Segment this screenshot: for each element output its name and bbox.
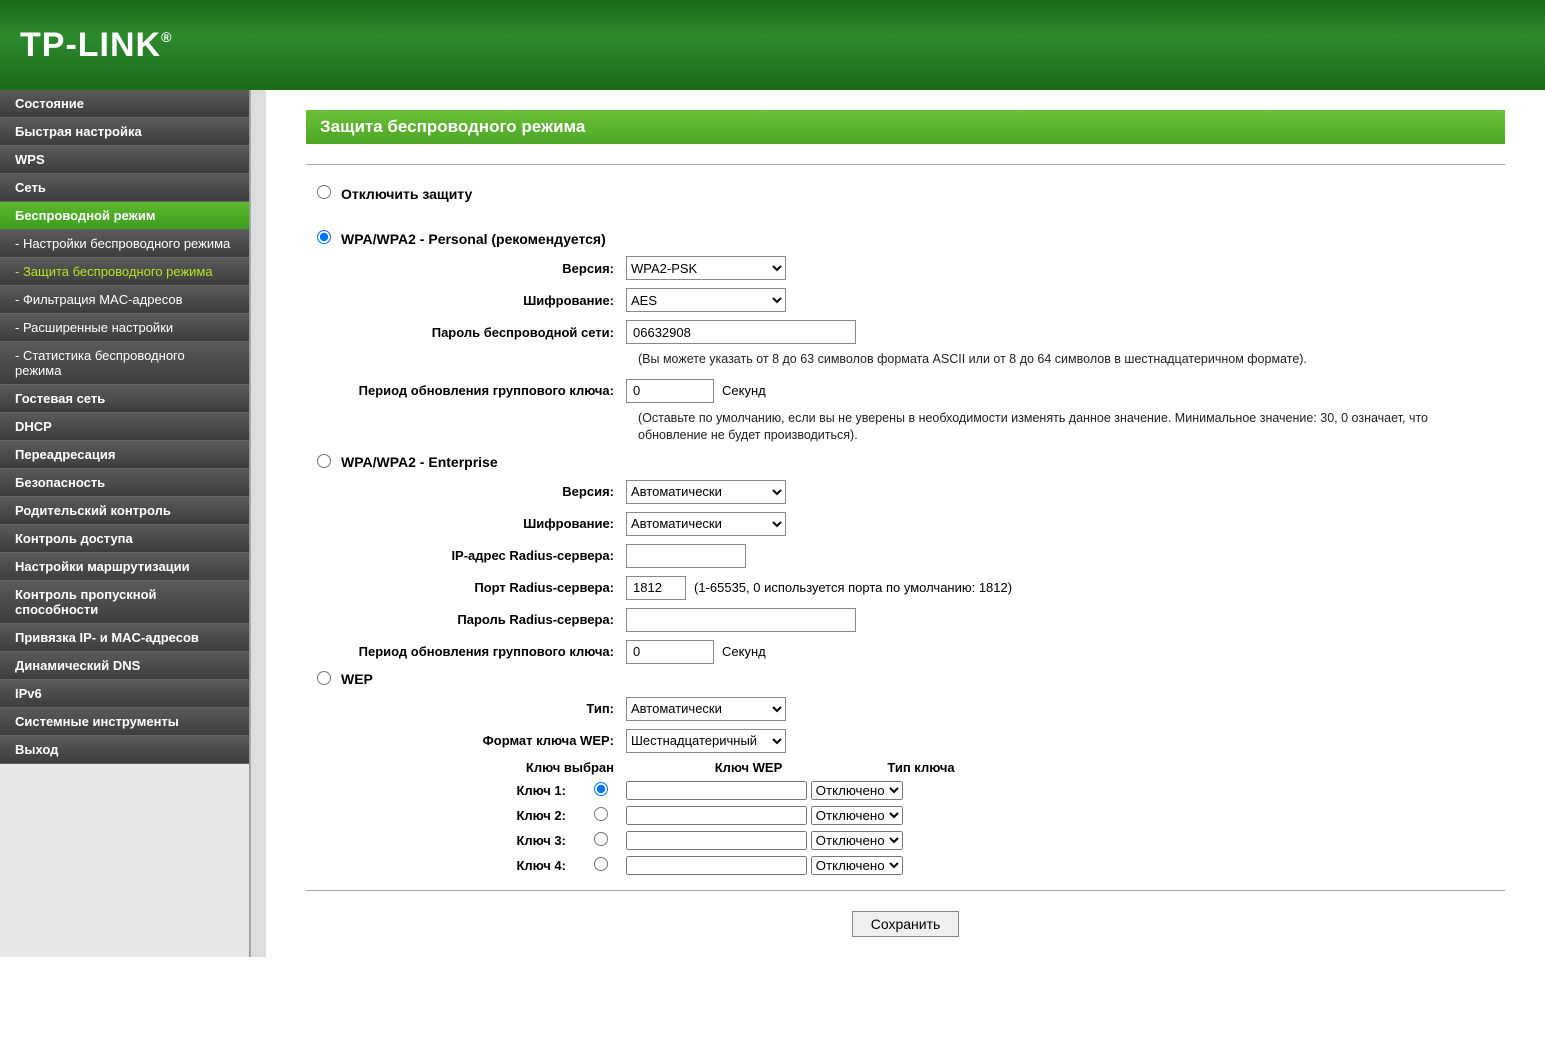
sidebar-item-status[interactable]: Состояние: [0, 90, 249, 118]
select-encryption-personal[interactable]: AES: [626, 288, 786, 312]
input-wep-key1[interactable]: [626, 781, 807, 800]
sidebar-item-wl-mac[interactable]: - Фильтрация MAC-адресов: [0, 286, 249, 314]
label-version-ent: Версия:: [306, 484, 626, 499]
select-encryption-enterprise[interactable]: Автоматически: [626, 512, 786, 536]
sidebar-item-bw[interactable]: Контроль пропускной способности: [0, 581, 249, 624]
sidebar-item-quick[interactable]: Быстрая настройка: [0, 118, 249, 146]
select-wep-type4[interactable]: Отключено: [811, 856, 903, 875]
content: Защита беспроводного режима Отключить за…: [266, 90, 1545, 957]
radio-wpa-personal[interactable]: [317, 230, 331, 244]
label-wpa-personal: WPA/WPA2 - Personal (рекомендуется): [341, 231, 606, 247]
logo: TP-LINK®: [20, 26, 172, 65]
sidebar-item-fwd[interactable]: Переадресация: [0, 441, 249, 469]
input-radius-ip[interactable]: [626, 544, 746, 568]
input-wep-key3[interactable]: [626, 831, 807, 850]
input-wep-key4[interactable]: [626, 856, 807, 875]
input-psk[interactable]: [626, 320, 856, 344]
label-psk: Пароль беспроводной сети:: [306, 325, 626, 340]
sidebar-scrollbar[interactable]: [250, 90, 266, 957]
input-groupkey-personal[interactable]: [626, 379, 714, 403]
sidebar-item-guest[interactable]: Гостевая сеть: [0, 385, 249, 413]
label-key2: Ключ 2:: [306, 808, 576, 823]
sidebar-item-dhcp[interactable]: DHCP: [0, 413, 249, 441]
label-wep-format: Формат ключа WEP:: [306, 733, 626, 748]
sidebar-item-bind[interactable]: Привязка IP- и MAC-адресов: [0, 624, 249, 652]
divider-bottom: [306, 890, 1505, 891]
sidebar-item-wps[interactable]: WPS: [0, 146, 249, 174]
label-key4: Ключ 4:: [306, 858, 576, 873]
input-wep-key2[interactable]: [626, 806, 807, 825]
label-disable: Отключить защиту: [341, 186, 472, 202]
sidebar-item-logout[interactable]: Выход: [0, 736, 249, 764]
sidebar-item-ipv6[interactable]: IPv6: [0, 680, 249, 708]
label-wep-type: Тип:: [306, 701, 626, 716]
label-groupkey-ent: Период обновления группового ключа:: [306, 644, 626, 659]
label-wep-key-header: Ключ WEP: [626, 760, 871, 775]
suffix-seconds-2: Секунд: [722, 644, 766, 659]
radio-disable[interactable]: [317, 185, 331, 199]
sidebar-item-access[interactable]: Контроль доступа: [0, 525, 249, 553]
label-encryption-ent: Шифрование:: [306, 516, 626, 531]
suffix-seconds-1: Секунд: [722, 383, 766, 398]
label-key1: Ключ 1:: [306, 783, 576, 798]
sidebar-item-wl-adv[interactable]: - Расширенные настройки: [0, 314, 249, 342]
label-radius-ip: IP-адрес Radius-сервера:: [306, 548, 626, 563]
divider: [306, 164, 1505, 165]
radio-wpa-enterprise[interactable]: [317, 454, 331, 468]
select-wep-type3[interactable]: Отключено: [811, 831, 903, 850]
label-version-personal: Версия:: [306, 261, 626, 276]
sidebar-item-parent[interactable]: Родительский контроль: [0, 497, 249, 525]
radio-key3[interactable]: [594, 832, 608, 846]
radio-key1[interactable]: [594, 782, 608, 796]
label-groupkey-personal: Период обновления группового ключа:: [306, 383, 626, 398]
save-button[interactable]: Сохранить: [852, 911, 960, 937]
input-radius-port[interactable]: [626, 576, 686, 600]
select-version-personal[interactable]: WPA2-PSK: [626, 256, 786, 280]
header: TP-LINK®: [0, 0, 1545, 90]
sidebar-item-tools[interactable]: Системные инструменты: [0, 708, 249, 736]
sidebar-item-wl-security[interactable]: - Защита беспроводного режима: [0, 258, 249, 286]
input-groupkey-enterprise[interactable]: [626, 640, 714, 664]
sidebar-item-wl-stats[interactable]: - Статистика беспроводного режима: [0, 342, 249, 385]
label-radius-pw: Пароль Radius-сервера:: [306, 612, 626, 627]
label-encryption-personal: Шифрование:: [306, 293, 626, 308]
radio-key4[interactable]: [594, 857, 608, 871]
label-wpa-enterprise: WPA/WPA2 - Enterprise: [341, 454, 498, 470]
select-version-enterprise[interactable]: Автоматически: [626, 480, 786, 504]
label-key-selected: Ключ выбран: [306, 760, 626, 775]
radio-wep[interactable]: [317, 671, 331, 685]
sidebar-item-route[interactable]: Настройки маршрутизации: [0, 553, 249, 581]
sidebar: Состояние Быстрая настройка WPS Сеть Бес…: [0, 90, 250, 957]
select-wep-type2[interactable]: Отключено: [811, 806, 903, 825]
sidebar-item-ddns[interactable]: Динамический DNS: [0, 652, 249, 680]
radio-key2[interactable]: [594, 807, 608, 821]
hint-radius-port: (1-65535, 0 используется порта по умолча…: [694, 580, 1012, 595]
label-key-type-header: Тип ключа: [871, 760, 971, 775]
label-radius-port: Порт Radius-сервера:: [306, 580, 626, 595]
sidebar-item-wl-settings[interactable]: - Настройки беспроводного режима: [0, 230, 249, 258]
hint-groupkey: (Оставьте по умолчанию, если вы не увере…: [638, 410, 1505, 444]
sidebar-item-sec[interactable]: Безопасность: [0, 469, 249, 497]
sidebar-item-wireless[interactable]: Беспроводной режим: [0, 202, 249, 230]
select-wep-type1[interactable]: Отключено: [811, 781, 903, 800]
input-radius-pw[interactable]: [626, 608, 856, 632]
select-wep-format[interactable]: Шестнадцатеричный: [626, 729, 786, 753]
select-wep-type[interactable]: Автоматически: [626, 697, 786, 721]
page-title: Защита беспроводного режима: [306, 110, 1505, 144]
sidebar-item-net[interactable]: Сеть: [0, 174, 249, 202]
label-wep: WEP: [341, 671, 373, 687]
label-key3: Ключ 3:: [306, 833, 576, 848]
hint-psk: (Вы можете указать от 8 до 63 символов ф…: [638, 351, 1505, 368]
